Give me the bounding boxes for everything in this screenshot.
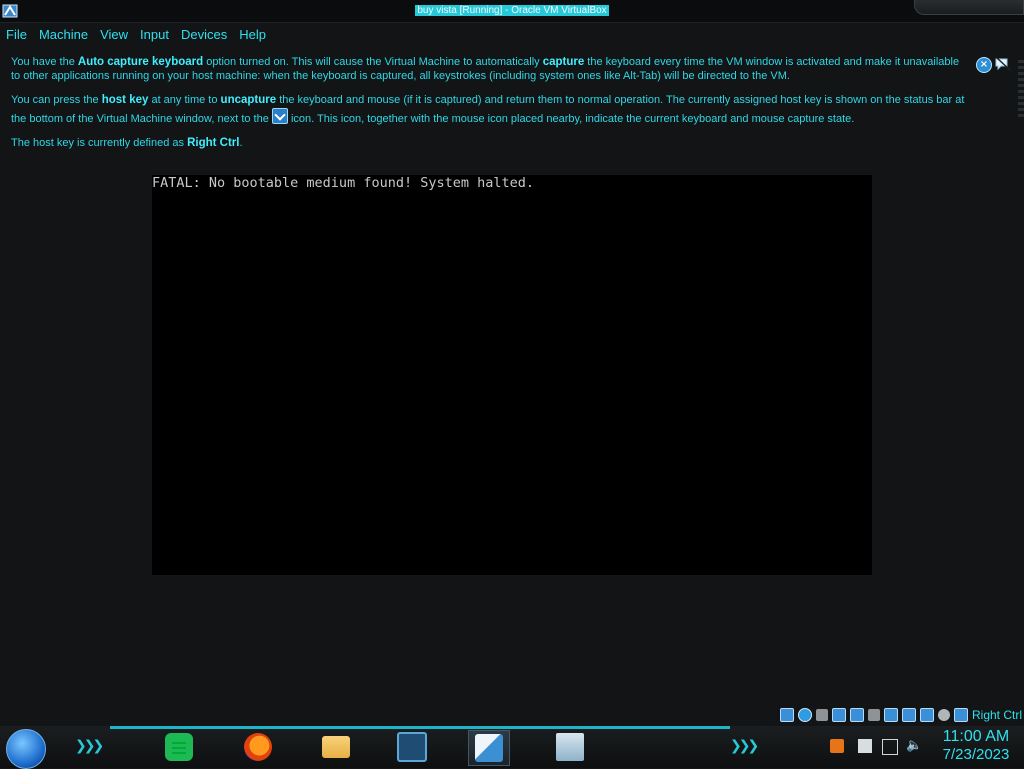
audio-icon[interactable] <box>815 709 828 721</box>
title-bar: buy vista [Running] - Oracle VM VirtualB… <box>0 0 1024 23</box>
taskbar-file-explorer[interactable] <box>316 730 356 764</box>
notice-paragraph-1: You have the Auto capture keyboard optio… <box>11 56 960 82</box>
window-controls[interactable] <box>914 0 1024 15</box>
clock-date: 7/23/2023 <box>942 746 1010 763</box>
menu-machine[interactable]: Machine <box>33 24 94 45</box>
edge-decoration <box>1018 60 1024 120</box>
computer-icon <box>556 733 584 761</box>
display-icon[interactable] <box>883 708 898 722</box>
firefox-icon <box>244 733 272 761</box>
optical-drive-icon[interactable] <box>797 708 812 722</box>
taskbar-vista-vm[interactable] <box>468 730 510 766</box>
taskbar-deco-right: ❯❯❯ <box>730 738 759 754</box>
host-key-icon <box>271 107 288 124</box>
menu-input[interactable]: Input <box>134 24 175 45</box>
hard-disk-icon[interactable] <box>779 708 794 722</box>
menu-help[interactable]: Help <box>233 24 272 45</box>
cpu-icon[interactable] <box>919 708 934 722</box>
tray-app-icon[interactable] <box>830 739 844 753</box>
taskbar-spotify[interactable] <box>159 730 199 764</box>
system-clock[interactable]: 11:00 AM 7/23/2023 <box>930 728 1022 764</box>
taskbar-virtualbox[interactable] <box>392 730 432 764</box>
shared-folders-icon[interactable] <box>867 709 880 721</box>
do-not-show-again-icon[interactable] <box>995 57 1011 71</box>
vm-status-bar: Right Ctrl <box>779 706 1022 724</box>
keyboard-capture-icon[interactable] <box>953 708 968 722</box>
start-button[interactable] <box>6 729 46 769</box>
vm-console-text: FATAL: No bootable medium found! System … <box>152 175 535 191</box>
recording-icon[interactable] <box>901 708 916 722</box>
host-key-label: Right Ctrl <box>971 708 1022 722</box>
network-icon[interactable] <box>831 708 846 722</box>
usb-icon[interactable] <box>849 708 864 722</box>
vm-display[interactable]: FATAL: No bootable medium found! System … <box>152 175 872 575</box>
menu-devices[interactable]: Devices <box>175 24 233 45</box>
vista-vm-icon <box>475 734 503 762</box>
spotify-icon <box>165 733 193 761</box>
virtualbox-manager-icon <box>397 732 427 762</box>
notice-paragraph-2: You can press the host key at any time t… <box>11 94 965 125</box>
window-title: buy vista [Running] - Oracle VM VirtualB… <box>415 5 609 16</box>
taskbar-deco-left: ❯❯❯ <box>75 738 104 754</box>
menu-bar: File Machine View Input Devices Help <box>0 24 1024 46</box>
menu-view[interactable]: View <box>94 24 134 45</box>
taskbar-firefox[interactable] <box>238 730 278 764</box>
clock-time: 11:00 AM <box>942 728 1010 745</box>
action-center-flag-icon[interactable] <box>858 739 872 753</box>
mouse-integration-icon[interactable] <box>937 709 950 721</box>
close-notice-icon[interactable]: × <box>976 57 992 73</box>
folder-icon <box>322 736 350 758</box>
volume-icon[interactable]: 🔈 <box>906 739 922 753</box>
network-tray-icon[interactable] <box>882 739 898 755</box>
notice-paragraph-3: The host key is currently defined as Rig… <box>11 137 243 149</box>
taskbar-glow <box>110 726 730 729</box>
menu-file[interactable]: File <box>0 24 33 45</box>
auto-capture-notice: You have the Auto capture keyboard optio… <box>11 56 971 162</box>
taskbar-this-pc[interactable] <box>550 730 590 764</box>
